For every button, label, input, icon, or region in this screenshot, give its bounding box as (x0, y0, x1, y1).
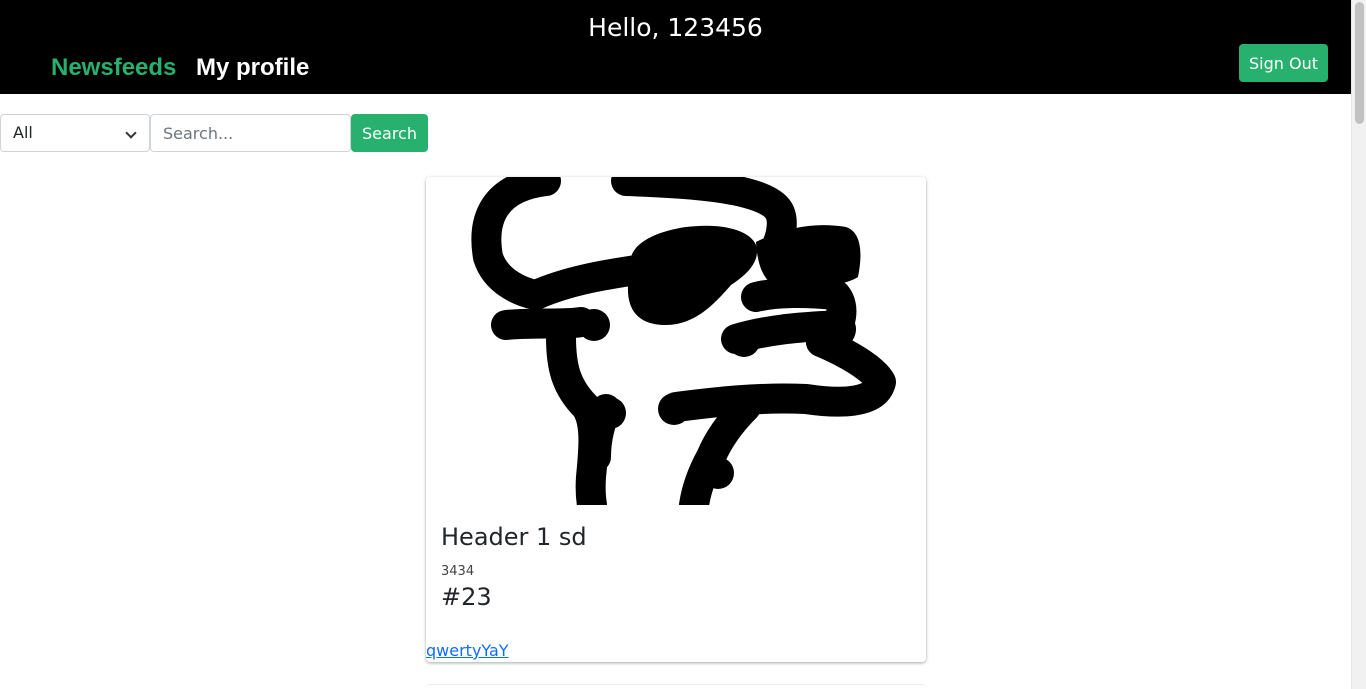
top-header: Hello, 123456 Newsfeeds My profile Sign … (0, 0, 1351, 94)
page-scrollbar[interactable] (1351, 0, 1366, 689)
post-card: Header 1 sd 3434 #23 qwertyYaY (426, 177, 926, 662)
sign-out-button[interactable]: Sign Out (1239, 44, 1328, 82)
post-tag: #23 (441, 583, 492, 611)
search-input[interactable] (150, 114, 351, 152)
chevron-down-icon (125, 127, 137, 139)
post-title: Header 1 sd (441, 523, 587, 551)
category-select-value: All (13, 123, 33, 142)
greeting-text: Hello, 123456 (588, 13, 763, 42)
post-meta: 3434 (441, 564, 475, 579)
nav-my-profile-link[interactable]: My profile (196, 54, 309, 82)
search-button[interactable]: Search (351, 114, 428, 152)
category-select[interactable]: All (0, 114, 150, 152)
scrollbar-thumb[interactable] (1355, 2, 1364, 124)
post-image (426, 177, 926, 505)
nav-newsfeeds-link[interactable]: Newsfeeds (51, 54, 176, 82)
post-author-link[interactable]: qwertyYaY (426, 641, 509, 660)
next-post-card-edge (426, 684, 926, 689)
